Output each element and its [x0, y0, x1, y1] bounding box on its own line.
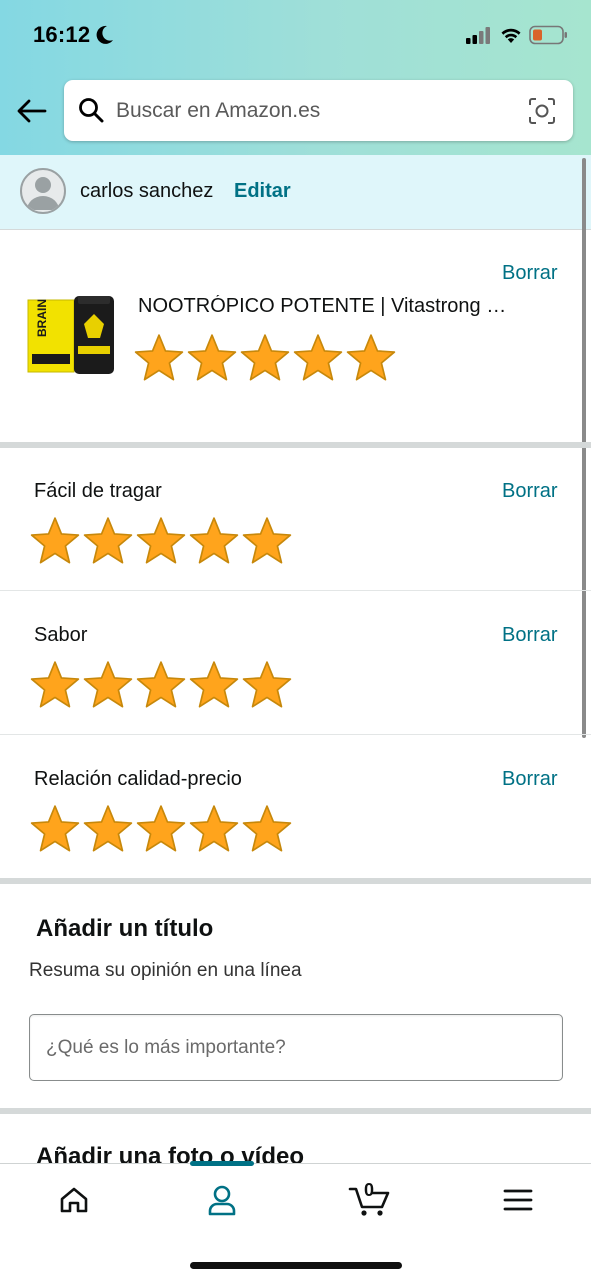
star-icon[interactable] — [188, 659, 240, 711]
add-title-section: Añadir un título Resuma su opinión en un… — [0, 884, 591, 1110]
star-icon[interactable] — [186, 332, 238, 384]
reviewer-row: carlos sanchez Editar — [0, 155, 591, 230]
star-icon[interactable] — [29, 515, 81, 567]
star-rating[interactable] — [29, 803, 294, 855]
star-icon[interactable] — [82, 659, 134, 711]
rating-flavor: Sabor Borrar — [0, 592, 591, 736]
product-title: NOOTRÓPICO POTENTE | Vitastrong … — [138, 295, 507, 317]
top-header: 16:12 — [0, 0, 591, 155]
product-rating-section: Borrar BRAIN NOOTRÓPICO POTENTE | Vitast… — [0, 230, 591, 442]
rating-ease-of-swallowing: Fácil de tragar Borrar — [0, 448, 591, 592]
delete-rating-button[interactable]: Borrar — [502, 768, 558, 791]
status-bar: 16:12 — [0, 0, 591, 70]
star-icon[interactable] — [292, 332, 344, 384]
home-indicator — [190, 1262, 402, 1269]
delete-rating-button[interactable]: Borrar — [502, 624, 558, 647]
star-rating[interactable] — [29, 515, 294, 567]
rating-label: Fácil de tragar — [34, 480, 162, 502]
wifi-icon — [500, 26, 522, 49]
product-image: BRAIN — [26, 296, 118, 376]
delete-rating-button[interactable]: Borrar — [502, 480, 558, 503]
bottom-nav: 0 — [0, 1161, 591, 1280]
back-arrow-icon — [17, 99, 47, 123]
user-avatar-icon — [27, 177, 59, 210]
search-input[interactable] — [116, 96, 516, 126]
rating-label: Sabor — [34, 624, 88, 646]
account-icon — [208, 1185, 235, 1216]
user-name: carlos sanchez — [80, 180, 214, 202]
nav-menu[interactable] — [444, 1164, 591, 1236]
signal-icon — [466, 27, 492, 50]
star-icon[interactable] — [135, 659, 187, 711]
star-icon[interactable] — [188, 515, 240, 567]
star-icon[interactable] — [29, 803, 81, 855]
nav-account[interactable] — [148, 1164, 295, 1236]
star-icon[interactable] — [239, 332, 291, 384]
star-icon[interactable] — [241, 515, 293, 567]
section-subtitle: Resuma su opinión en una línea — [29, 960, 302, 981]
delete-product-rating-button[interactable]: Borrar — [502, 262, 558, 285]
star-icon[interactable] — [133, 332, 185, 384]
edit-name-link[interactable]: Editar — [234, 180, 291, 203]
status-time: 16:12 — [33, 22, 91, 47]
product-image-label: BRAIN — [35, 299, 49, 337]
cart-count-badge: 0 — [364, 1180, 375, 1200]
star-icon[interactable] — [241, 659, 293, 711]
menu-icon — [503, 1189, 532, 1211]
back-button[interactable] — [14, 95, 50, 127]
camera-search-icon[interactable] — [528, 97, 556, 130]
rating-label: Relación calidad-precio — [34, 768, 242, 790]
home-icon — [60, 1187, 87, 1213]
row-divider — [0, 734, 591, 735]
section-divider — [0, 1108, 591, 1114]
search-bar[interactable] — [64, 80, 573, 141]
nav-home[interactable] — [0, 1164, 147, 1236]
star-icon[interactable] — [82, 515, 134, 567]
star-icon[interactable] — [29, 659, 81, 711]
star-icon[interactable] — [82, 803, 134, 855]
section-heading: Añadir un título — [36, 915, 214, 942]
search-icon — [78, 97, 104, 128]
rating-value-for-money: Relación calidad-precio Borrar — [0, 736, 591, 880]
review-title-input[interactable] — [29, 1014, 563, 1081]
star-icon[interactable] — [188, 803, 240, 855]
moon-icon — [96, 25, 114, 50]
row-divider — [0, 590, 591, 591]
star-icon[interactable] — [241, 803, 293, 855]
star-icon[interactable] — [135, 803, 187, 855]
battery-icon — [529, 25, 569, 50]
avatar — [20, 168, 66, 214]
star-rating[interactable] — [29, 659, 294, 711]
star-icon[interactable] — [135, 515, 187, 567]
star-icon[interactable] — [345, 332, 397, 384]
product-star-rating[interactable] — [133, 332, 398, 384]
